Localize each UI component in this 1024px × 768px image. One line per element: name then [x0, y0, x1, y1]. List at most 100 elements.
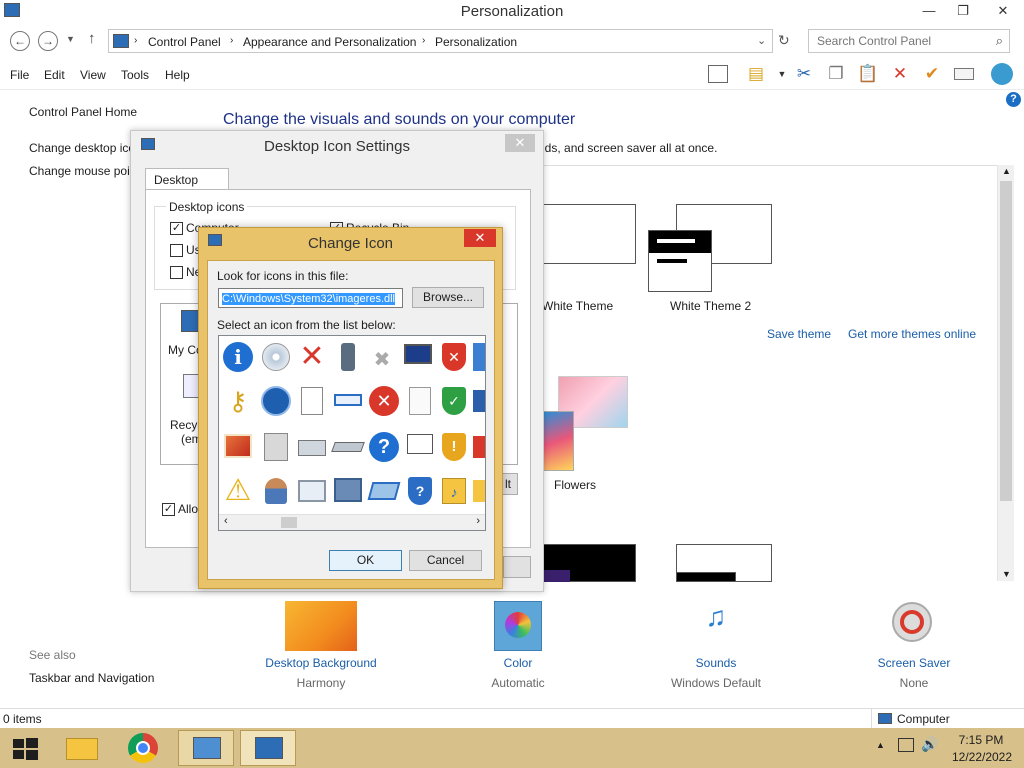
- restore-button[interactable]: ❐: [946, 0, 980, 22]
- network-icon[interactable]: [898, 738, 914, 752]
- control-panel-home-link[interactable]: Control Panel Home: [29, 105, 137, 119]
- desktop-background-icon[interactable]: [285, 601, 357, 651]
- desktop-background-link[interactable]: Desktop Background: [246, 656, 396, 670]
- tablet-icon[interactable]: [367, 474, 401, 508]
- screen-saver-link[interactable]: Screen Saver: [854, 656, 974, 670]
- help-icon[interactable]: ?: [1006, 92, 1021, 107]
- shield-green-icon[interactable]: ✓: [437, 384, 471, 418]
- checkmark-icon[interactable]: ✔: [920, 62, 944, 86]
- sounds-link[interactable]: Sounds: [656, 656, 776, 670]
- desktop-icon-settings-close-button[interactable]: ✕: [505, 134, 535, 152]
- ok-button[interactable]: OK: [329, 550, 402, 571]
- network-checkbox[interactable]: [170, 266, 183, 279]
- shield-question-icon[interactable]: ?: [403, 474, 437, 508]
- red-x-icon[interactable]: ✕: [295, 340, 329, 374]
- theme-white-thumbnail[interactable]: [540, 204, 636, 264]
- volume-icon[interactable]: 🔊: [921, 736, 938, 753]
- partial-icon-r3[interactable]: [473, 430, 485, 464]
- error-icon[interactable]: ✕: [367, 384, 401, 418]
- printer-icon[interactable]: [295, 430, 329, 464]
- music-folder-icon[interactable]: ♪: [437, 474, 471, 508]
- menu-file[interactable]: File: [10, 68, 29, 82]
- icon-file-input[interactable]: C:\Windows\System32\imageres.dll: [218, 288, 403, 308]
- forward-button[interactable]: →: [38, 31, 58, 51]
- small-x-icon[interactable]: ✖: [365, 340, 399, 374]
- icon-list-hscrollbar[interactable]: ‹ ›: [219, 514, 485, 530]
- menu-edit[interactable]: Edit: [44, 68, 65, 82]
- save-theme-link[interactable]: Save theme: [767, 327, 831, 341]
- display-frame-icon[interactable]: [331, 474, 365, 508]
- control-panel-taskbar-icon[interactable]: [178, 730, 234, 766]
- copy-icon[interactable]: ❐: [824, 62, 848, 86]
- show-hidden-icons-chevron-icon[interactable]: ▲: [876, 740, 885, 750]
- network-hub-icon[interactable]: [259, 384, 293, 418]
- media-library-icon[interactable]: [259, 430, 293, 464]
- projector-screen-icon[interactable]: [403, 430, 437, 464]
- start-button[interactable]: [0, 730, 50, 766]
- properties-icon[interactable]: [952, 62, 976, 86]
- scroll-thumb[interactable]: [1000, 181, 1012, 501]
- scanner-icon[interactable]: [331, 430, 365, 464]
- info-icon[interactable]: i: [221, 340, 255, 374]
- browse-button[interactable]: Browse...: [412, 287, 484, 308]
- menu-view[interactable]: View: [80, 68, 106, 82]
- menu-help[interactable]: Help: [165, 68, 190, 82]
- minimize-button[interactable]: —: [912, 0, 946, 22]
- options-dropdown-icon[interactable]: ▼: [770, 62, 794, 86]
- color-icon[interactable]: [494, 601, 542, 651]
- scroll-up-icon[interactable]: ▲: [1002, 166, 1011, 176]
- themes-scrollbar[interactable]: ▲ ▼: [997, 165, 1014, 581]
- icon-list[interactable]: i ✕ ✖ ✕ ⚷ ✕ ✓ ? ! ⚠ ? ♪ ‹ ›: [218, 335, 486, 531]
- cut-icon[interactable]: ✂: [792, 62, 816, 86]
- menu-tools[interactable]: Tools: [121, 68, 149, 82]
- picture-icon[interactable]: [221, 430, 255, 464]
- color-link[interactable]: Color: [458, 656, 578, 670]
- partial-icon-r4[interactable]: [473, 474, 485, 508]
- clock-time[interactable]: 7:15 PM: [956, 733, 1006, 747]
- sounds-icon[interactable]: ♫: [692, 600, 740, 650]
- layout-icon[interactable]: [706, 62, 730, 86]
- partial-icon-r2[interactable]: [473, 384, 485, 418]
- shield-warning-icon[interactable]: !: [437, 430, 471, 464]
- question-help-icon[interactable]: ?: [367, 430, 401, 464]
- taskbar-navigation-link[interactable]: Taskbar and Navigation: [29, 671, 154, 685]
- key-icon[interactable]: ⚷: [221, 384, 255, 418]
- address-dropdown-icon[interactable]: ⌄: [757, 34, 766, 47]
- window-frame-icon[interactable]: [295, 474, 329, 508]
- clock-date[interactable]: 12/22/2022: [950, 750, 1014, 764]
- personalization-taskbar-icon[interactable]: [240, 730, 296, 766]
- apply-button-partial[interactable]: [503, 556, 531, 578]
- breadcrumb-appearance[interactable]: Appearance and Personalization: [243, 35, 416, 49]
- search-box[interactable]: ⌕: [808, 29, 1010, 53]
- scroll-left-icon[interactable]: ‹: [224, 515, 228, 527]
- delete-icon[interactable]: ✕: [888, 62, 912, 86]
- refresh-icon[interactable]: ↻: [778, 32, 790, 49]
- shield-red-icon[interactable]: ✕: [437, 340, 471, 374]
- screen-saver-icon[interactable]: [890, 600, 936, 646]
- address-field[interactable]: › Control Panel › Appearance and Persona…: [108, 29, 773, 53]
- close-button[interactable]: ✕: [984, 0, 1022, 22]
- breadcrumb-personalization[interactable]: Personalization: [435, 35, 517, 49]
- recent-pages-chevron-icon[interactable]: ▼: [66, 34, 75, 44]
- theme-flowers-thumbnail[interactable]: [542, 411, 574, 471]
- get-more-themes-link[interactable]: Get more themes online: [848, 327, 976, 341]
- hscroll-thumb[interactable]: [281, 517, 297, 528]
- folder-options-icon[interactable]: ▤: [744, 62, 768, 86]
- user-files-checkbox[interactable]: [170, 244, 183, 257]
- scroll-down-icon[interactable]: ▼: [1002, 569, 1011, 579]
- network-connection-icon[interactable]: [331, 384, 365, 418]
- search-icon[interactable]: ⌕: [996, 33, 1003, 49]
- paste-icon[interactable]: 📋: [856, 62, 880, 86]
- back-button[interactable]: ←: [10, 31, 30, 51]
- up-button[interactable]: ↑: [88, 30, 96, 47]
- cd-drive-icon[interactable]: [259, 340, 293, 374]
- cancel-button[interactable]: Cancel: [409, 550, 482, 571]
- scroll-right-icon[interactable]: ›: [476, 515, 480, 527]
- globe-icon[interactable]: [990, 62, 1014, 86]
- search-input[interactable]: [817, 31, 987, 51]
- document-icon[interactable]: [295, 384, 329, 418]
- chrome-icon[interactable]: [116, 730, 172, 766]
- allow-themes-checkbox[interactable]: ✓: [162, 503, 175, 516]
- warning-icon[interactable]: ⚠: [221, 474, 255, 508]
- change-icon-close-button[interactable]: ✕: [464, 229, 496, 247]
